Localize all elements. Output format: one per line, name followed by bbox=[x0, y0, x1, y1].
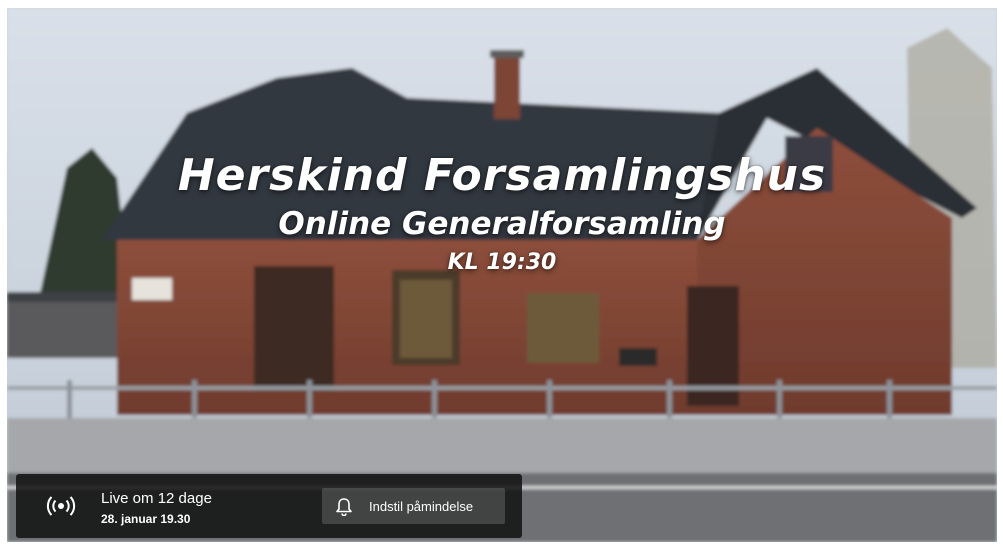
video-time: KL 19:30 bbox=[447, 250, 557, 275]
set-reminder-button[interactable]: Indstil påmindelse bbox=[322, 488, 505, 524]
reminder-label: Indstil påmindelse bbox=[369, 499, 474, 514]
bell-icon bbox=[336, 498, 352, 516]
video-subtitle: Online Generalforsamling bbox=[278, 206, 726, 242]
video-title-overlay: Herskind Forsamlingshus Online Generalfo… bbox=[7, 148, 997, 278]
video-player[interactable]: Herskind Forsamlingshus Online Generalfo… bbox=[7, 8, 997, 542]
live-date-text: 28. januar 19.30 bbox=[101, 512, 191, 526]
live-info: Live om 12 dage 28. januar 19.30 bbox=[101, 490, 212, 527]
live-status-text: Live om 12 dage bbox=[101, 490, 212, 507]
broadcast-icon bbox=[46, 496, 76, 516]
upcoming-live-banner: Live om 12 dage 28. januar 19.30 Indstil… bbox=[16, 474, 522, 538]
video-title: Herskind Forsamlingshus bbox=[177, 150, 827, 201]
